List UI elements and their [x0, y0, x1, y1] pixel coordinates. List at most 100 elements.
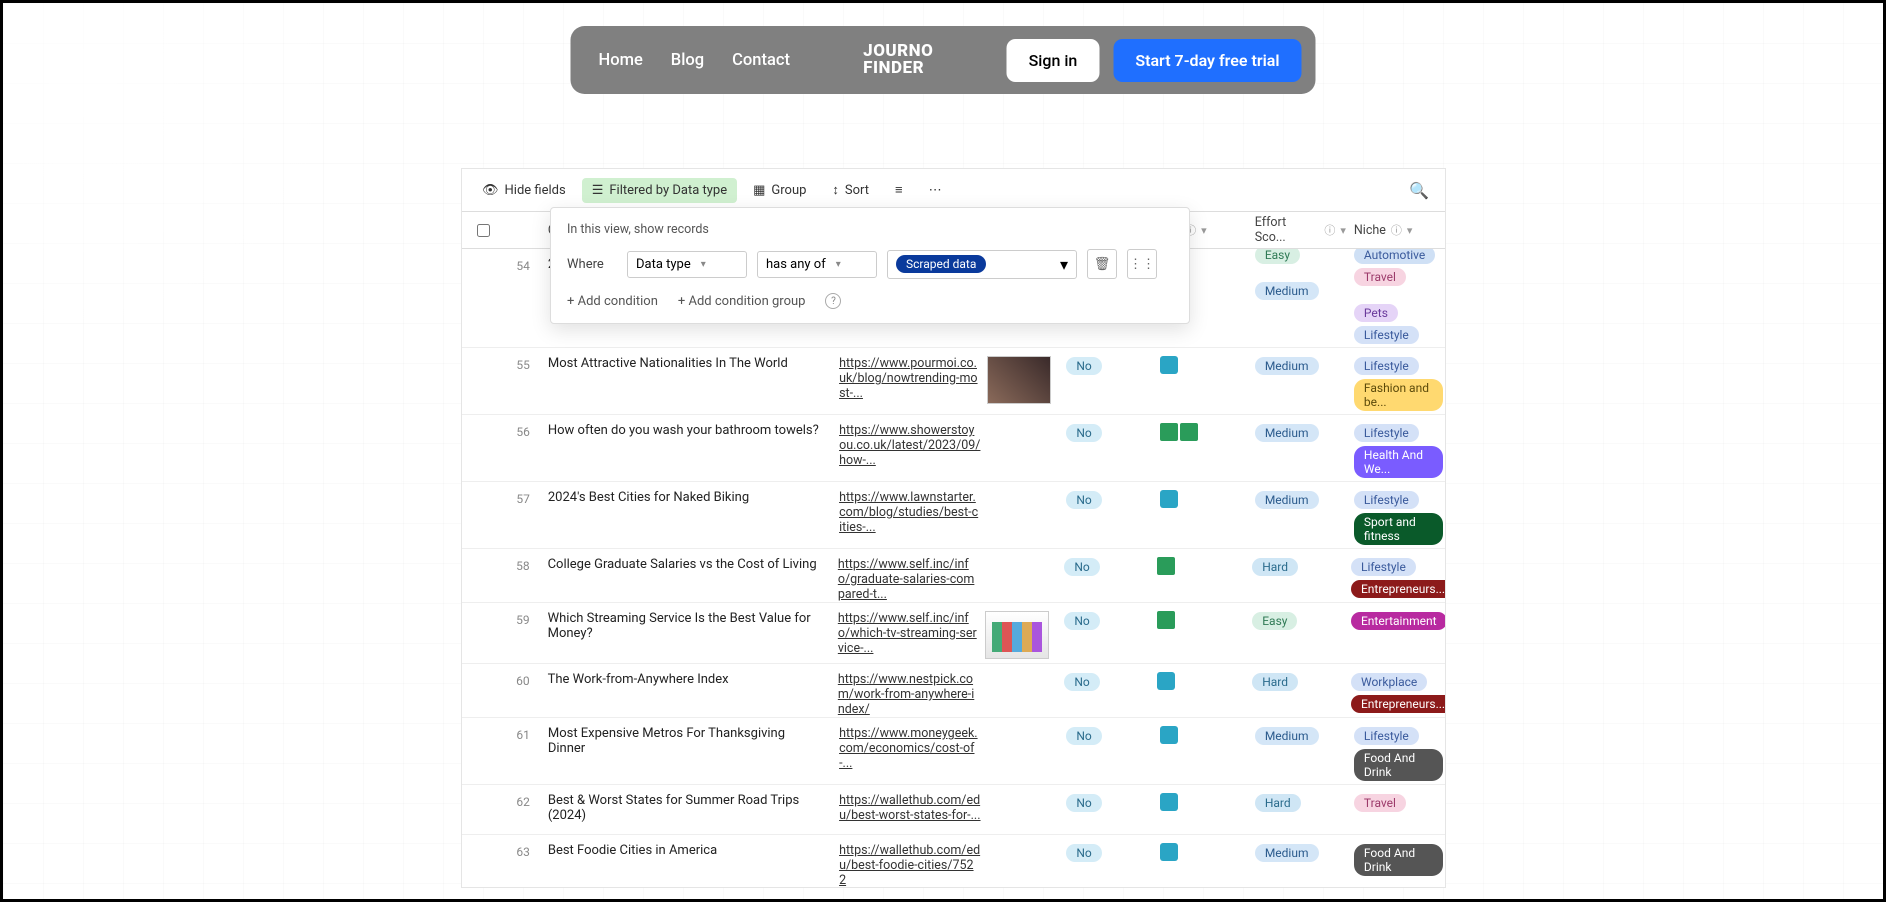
effort-pill: Medium: [1255, 844, 1319, 862]
url-link[interactable]: https://www.moneygeek.com/economics/cost…: [839, 726, 978, 771]
chevron-down-icon: ▾: [1407, 224, 1413, 237]
filter-icon: ☰: [592, 183, 604, 198]
select-all-checkbox[interactable]: [477, 224, 490, 237]
filter-popup: In this view, show records Where Data ty…: [550, 207, 1190, 324]
search-button[interactable]: 🔍: [1403, 175, 1435, 206]
campaign-cell: College Graduate Salaries vs the Cost of…: [538, 557, 830, 572]
logo: JOURNOFINDER: [804, 43, 993, 77]
campaign-cell: Best Foodie Cities in America: [538, 843, 831, 858]
data-table: 👁 Hide fields ☰ Filtered by Data type ▦ …: [461, 168, 1446, 888]
delete-filter-button[interactable]: 🗑: [1087, 249, 1117, 279]
table-row[interactable]: 61Most Expensive Metros For Thanksgiving…: [462, 718, 1445, 785]
nav-contact[interactable]: Contact: [732, 51, 790, 70]
sheet-icon: [1157, 611, 1175, 629]
url-cell: https://www.showerstoyou.co.uk/latest/20…: [831, 423, 986, 468]
sort-button[interactable]: ↕ Sort: [822, 177, 879, 203]
url-link[interactable]: https://www.self.inc/info/which-tv-strea…: [838, 611, 977, 656]
url-link[interactable]: https://wallethub.com/edu/best-foodie-ci…: [839, 843, 980, 888]
table-row[interactable]: 59Which Streaming Service Is the Best Va…: [462, 603, 1445, 664]
effort-pill: Medium: [1255, 357, 1319, 375]
no-pill: No: [1066, 357, 1101, 375]
doc-icon: [1160, 726, 1178, 744]
effort-pill: Easy: [1252, 612, 1297, 630]
table-row[interactable]: 55Most Attractive Nationalities In The W…: [462, 348, 1445, 415]
doc-icon: [1160, 490, 1178, 508]
row-number: 54: [505, 257, 538, 273]
campaign-cell: Which Streaming Service Is the Best Valu…: [538, 611, 830, 641]
table-row[interactable]: 60The Work-from-Anywhere Indexhttps://ww…: [462, 664, 1445, 718]
help-icon[interactable]: ?: [825, 293, 841, 309]
col-effort[interactable]: Effort Sco...ⓘ▾: [1247, 215, 1346, 245]
chevron-down-icon: ▾: [701, 259, 706, 270]
url-link[interactable]: https://www.showerstoyou.co.uk/latest/20…: [839, 423, 980, 468]
add-condition-button[interactable]: + Add condition: [567, 294, 658, 309]
chevron-down-icon: ▾: [1060, 255, 1068, 274]
table-row[interactable]: 572024's Best Cities for Naked Bikinghtt…: [462, 482, 1445, 549]
table-row[interactable]: 56How often do you wash your bathroom to…: [462, 415, 1445, 482]
row-number: 56: [505, 423, 538, 439]
col-niche[interactable]: Nicheⓘ▾: [1346, 222, 1445, 238]
effort-pill: Hard: [1252, 558, 1298, 576]
no-pill: No: [1066, 424, 1101, 442]
effort-pill: Medium: [1255, 424, 1319, 442]
sort-icon: ↕: [832, 182, 839, 198]
info-icon: ⓘ: [1324, 222, 1335, 238]
url-link[interactable]: https://www.self.inc/info/graduate-salar…: [838, 557, 975, 602]
url-cell: https://www.nestpick.com/work-from-anywh…: [830, 672, 985, 717]
group-button[interactable]: ▦ Group: [743, 178, 816, 203]
niche-pill: Lifestyle: [1354, 727, 1419, 745]
add-condition-group-button[interactable]: + Add condition group: [678, 294, 806, 309]
niche-pill: Entertainment: [1351, 612, 1445, 630]
no-pill: No: [1066, 727, 1101, 745]
filter-field-select[interactable]: Data type▾: [627, 251, 747, 278]
table-row[interactable]: 62Best & Worst States for Summer Road Tr…: [462, 785, 1445, 835]
doc-icon: [1160, 793, 1178, 811]
table-row[interactable]: 63Best Foodie Cities in America https://w…: [462, 835, 1445, 888]
filter-op-select[interactable]: has any of▾: [757, 251, 877, 278]
url-link[interactable]: https://wallethub.com/edu/best-worst-sta…: [839, 793, 980, 823]
no-pill: No: [1066, 794, 1101, 812]
row-number: 61: [505, 726, 538, 742]
niche-pill: Entrepreneurs...: [1351, 695, 1445, 713]
url-link[interactable]: https://www.lawnstarter.com/blog/studies…: [839, 490, 978, 535]
sheet-icon: [1157, 557, 1175, 575]
popup-title: In this view, show records: [567, 222, 1173, 237]
filter-tag[interactable]: Scraped data: [896, 255, 986, 273]
row-height-button[interactable]: ≡: [885, 177, 913, 203]
row-number: 55: [505, 356, 538, 372]
row-number: 63: [505, 843, 538, 859]
sheet-icon: [1160, 423, 1178, 441]
table-row[interactable]: 58College Graduate Salaries vs the Cost …: [462, 549, 1445, 603]
nav-home[interactable]: Home: [599, 51, 643, 70]
filter-button[interactable]: ☰ Filtered by Data type: [582, 178, 737, 203]
effort-pill: Hard: [1252, 673, 1298, 691]
campaign-cell: Most Expensive Metros For Thanksgiving D…: [538, 726, 831, 756]
group-icon: ▦: [753, 183, 765, 198]
url-cell: https://www.self.inc/info/graduate-salar…: [830, 557, 985, 602]
niche-pill: Workplace: [1351, 673, 1427, 691]
sheet-icon: [1180, 423, 1198, 441]
niche-pill: Lifestyle: [1354, 326, 1419, 344]
campaign-cell: Most Attractive Nationalities In The Wor…: [538, 356, 831, 371]
campaign-cell: How often do you wash your bathroom towe…: [538, 423, 831, 438]
hide-fields-button[interactable]: 👁 Hide fields: [472, 178, 576, 203]
niche-pill: Lifestyle: [1354, 357, 1419, 375]
start-trial-button[interactable]: Start 7-day free trial: [1113, 39, 1301, 82]
search-icon: 🔍: [1409, 181, 1429, 200]
info-icon: ⓘ: [1391, 222, 1402, 238]
drag-filter-handle[interactable]: ⋮⋮: [1127, 249, 1157, 279]
thumbnail: [985, 611, 1049, 659]
more-button[interactable]: ⋯: [919, 178, 952, 203]
nav-blog[interactable]: Blog: [671, 51, 704, 70]
niche-pill: Lifestyle: [1354, 424, 1419, 442]
chevron-down-icon: ▾: [836, 259, 841, 270]
row-number: 62: [505, 793, 538, 809]
row-number: 58: [504, 557, 537, 573]
row-number: 57: [505, 490, 538, 506]
url-link[interactable]: https://www.pourmoi.co.uk/blog/nowtrendi…: [839, 356, 977, 401]
doc-icon: [1160, 843, 1178, 861]
url-link[interactable]: https://www.nestpick.com/work-from-anywh…: [838, 672, 974, 717]
niche-pill: Pets: [1354, 304, 1398, 322]
sign-in-button[interactable]: Sign in: [1007, 39, 1100, 82]
filter-value-input[interactable]: Scraped data ▾: [887, 250, 1077, 279]
